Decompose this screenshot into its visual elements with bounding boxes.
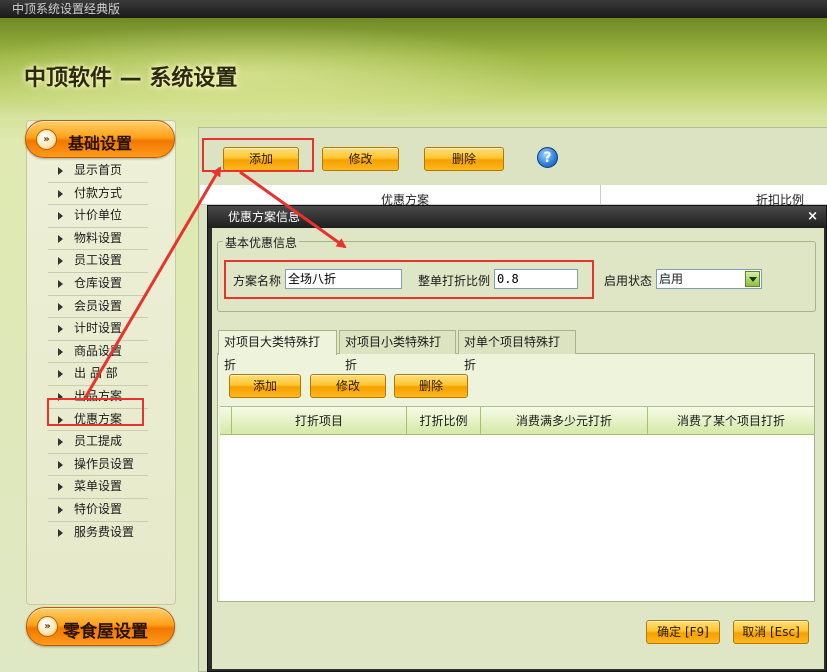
sidebar-item-material[interactable]: 物料设置: [48, 228, 148, 251]
discount-items-grid: 打折项目 打折比例 消费满多少元打折 消费了某个项目打折: [220, 406, 814, 601]
sidebar-menu: 显示首页 付款方式 计价单位 物料设置 员工设置 仓库设置 会员设置 计时设置 …: [48, 160, 148, 544]
sidebar-section-snack-shop[interactable]: » 零食屋设置: [26, 607, 175, 646]
close-icon[interactable]: ×: [807, 209, 818, 224]
grid-row-selector[interactable]: [220, 407, 232, 435]
grid-col-item-condition[interactable]: 消费了某个项目打折: [648, 407, 814, 435]
sidebar-section-label: 零食屋设置: [63, 622, 148, 642]
sidebar-item-service-fee[interactable]: 服务费设置: [48, 522, 148, 545]
grid-header: 打折项目 打折比例 消费满多少元打折 消费了某个项目打折: [220, 407, 814, 435]
app-banner: 中顶软件 — 系统设置: [0, 18, 827, 120]
triangle-right-icon: [58, 279, 63, 288]
triangle-right-icon: [58, 234, 63, 243]
discount-table-header: 优惠方案 折扣比例: [200, 185, 827, 207]
tab-category-discount[interactable]: 对项目大类特殊打折: [218, 330, 337, 372]
sidebar-item-production-dept[interactable]: 出 品 部: [48, 363, 148, 386]
triangle-right-icon: [58, 460, 63, 469]
tab-item-discount[interactable]: 对单个项目特殊打折: [458, 330, 576, 372]
triangle-right-icon: [58, 483, 63, 492]
triangle-right-icon: [58, 302, 63, 311]
annotation-box-add: [202, 138, 314, 172]
inner-delete-button[interactable]: 删除: [394, 374, 468, 398]
sidebar-item-menu[interactable]: 菜单设置: [48, 476, 148, 499]
sidebar-item-operator[interactable]: 操作员设置: [48, 454, 148, 477]
triangle-right-icon: [58, 438, 63, 447]
inner-edit-button[interactable]: 修改: [310, 374, 386, 398]
sidebar-item-timing[interactable]: 计时设置: [48, 318, 148, 341]
status-select-value: 启用: [659, 272, 684, 286]
sidebar-item-unit[interactable]: 计价单位: [48, 205, 148, 228]
sidebar-item-staff[interactable]: 员工设置: [48, 250, 148, 273]
triangle-right-icon: [58, 528, 63, 537]
triangle-right-icon: [58, 257, 63, 266]
triangle-right-icon: [58, 212, 63, 221]
triangle-right-icon: [58, 347, 63, 356]
status-select[interactable]: 启用: [656, 269, 762, 289]
confirm-button[interactable]: 确定 [F9]: [646, 620, 720, 644]
status-label: 启用状态: [604, 274, 653, 288]
fast-forward-icon: »: [37, 616, 58, 637]
basic-info-group-title: 基本优惠信息: [223, 234, 300, 251]
sidebar-item-goods[interactable]: 商品设置: [48, 341, 148, 364]
sidebar-item-commission[interactable]: 员工提成: [48, 431, 148, 454]
triangle-right-icon: [58, 167, 63, 175]
window-title: 中顶系统设置经典版: [12, 2, 121, 16]
sidebar-item-special-price[interactable]: 特价设置: [48, 499, 148, 522]
sidebar-section-label: 基础设置: [68, 134, 133, 153]
inner-add-button[interactable]: 添加: [229, 374, 301, 398]
grid-col-spend-threshold[interactable]: 消费满多少元打折: [481, 407, 648, 435]
annotation-box-basic-info: [224, 260, 594, 299]
annotation-box-discount-plan: [47, 398, 144, 426]
dialog-title: 优惠方案信息: [208, 206, 826, 228]
window-title-bar: 中顶系统设置经典版: [0, 0, 827, 18]
triangle-right-icon: [58, 505, 63, 514]
triangle-right-icon: [58, 370, 63, 379]
tab-subcategory-discount[interactable]: 对项目小类特殊打折: [339, 330, 456, 372]
cancel-button[interactable]: 取消 [Esc]: [733, 620, 809, 644]
banner-title: 中顶软件 — 系统设置: [24, 66, 238, 91]
delete-button[interactable]: 删除: [424, 147, 504, 171]
grid-col-discount-ratio[interactable]: 打折比例: [407, 407, 481, 435]
sidebar-item-payment[interactable]: 付款方式: [48, 183, 148, 206]
chevron-down-icon[interactable]: [745, 271, 760, 287]
column-divider: [600, 185, 601, 205]
help-icon[interactable]: ?: [537, 147, 558, 168]
triangle-right-icon: [58, 189, 63, 198]
triangle-right-icon: [58, 325, 63, 334]
fast-forward-icon: »: [36, 129, 57, 150]
edit-button[interactable]: 修改: [322, 147, 399, 171]
sidebar-item-member[interactable]: 会员设置: [48, 296, 148, 319]
sidebar-item-warehouse[interactable]: 仓库设置: [48, 273, 148, 296]
grid-col-discount-item[interactable]: 打折项目: [232, 407, 407, 435]
sidebar-item-home[interactable]: 显示首页: [48, 160, 148, 183]
sidebar-section-basic-settings[interactable]: » 基础设置: [25, 120, 175, 158]
